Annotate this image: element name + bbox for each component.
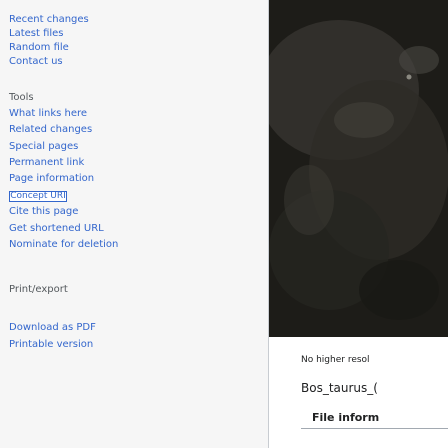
file-information-heading: File inform xyxy=(312,411,380,424)
sidebar-item-get-shortened-url[interactable]: Get shortened URL xyxy=(9,223,104,235)
concept-uri-badge[interactable]: Concept URI xyxy=(9,191,67,202)
sidebar-item-download-pdf[interactable]: Download as PDF xyxy=(9,322,96,334)
sidebar-item-contact-us[interactable]: Contact us xyxy=(9,56,63,68)
sidebar-item-what-links-here[interactable]: What links here xyxy=(9,108,87,120)
sidebar-item-random-file[interactable]: Random file xyxy=(9,42,69,54)
tools-heading: Tools xyxy=(9,92,34,103)
sidebar: Recent changes Latest files Random file … xyxy=(0,0,268,448)
sidebar-item-permanent-link[interactable]: Permanent link xyxy=(9,157,84,169)
sidebar-item-special-pages[interactable]: Special pages xyxy=(9,141,78,153)
main-content: No higher resol Bos_taurus_( File inform xyxy=(268,0,448,448)
sidebar-item-recent-changes[interactable]: Recent changes xyxy=(9,14,89,26)
sidebar-item-cite-this-page[interactable]: Cite this page xyxy=(9,206,78,218)
section-divider xyxy=(301,428,448,429)
sidebar-item-page-information[interactable]: Page information xyxy=(9,173,94,185)
no-higher-resolution-text: No higher resol xyxy=(301,355,370,365)
sidebar-item-latest-files[interactable]: Latest files xyxy=(9,28,64,40)
print-export-heading: Print/export xyxy=(9,284,68,295)
file-preview-image[interactable] xyxy=(269,0,448,337)
sidebar-item-related-changes[interactable]: Related changes xyxy=(9,124,92,136)
sidebar-item-printable-version[interactable]: Printable version xyxy=(9,339,93,351)
file-name-title: Bos_taurus_( xyxy=(301,381,378,395)
file-preview-graphic xyxy=(269,0,448,337)
sidebar-item-nominate-for-deletion[interactable]: Nominate for deletion xyxy=(9,239,118,251)
